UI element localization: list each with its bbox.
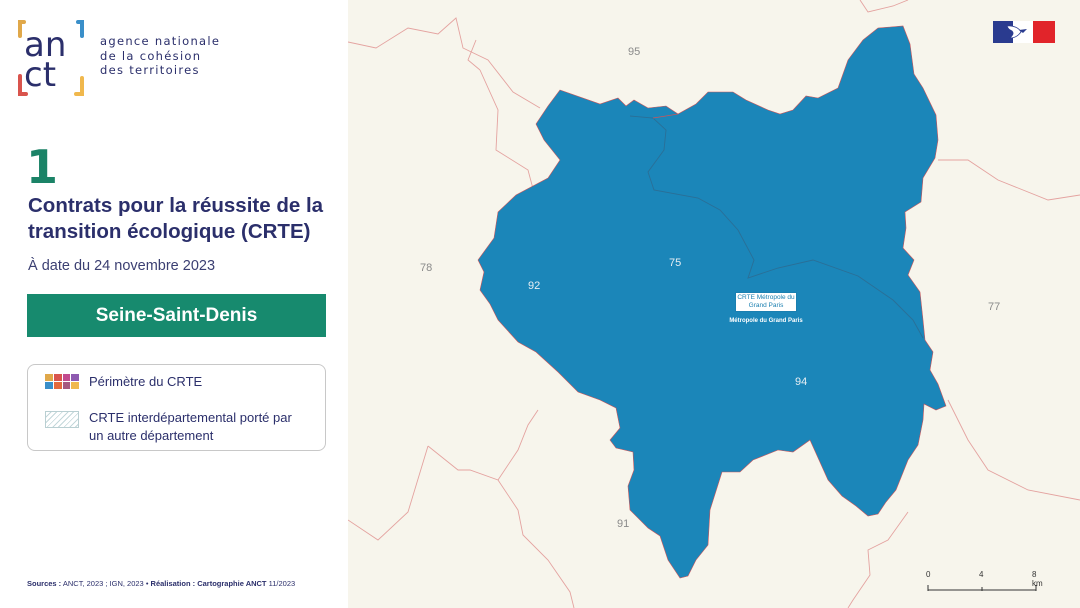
hatched-swatch-icon (45, 411, 79, 428)
swatch-cell (45, 382, 53, 389)
realisation-prefix: Réalisation : (150, 579, 196, 588)
scale-bar: 0 4 8 km (926, 570, 1046, 598)
border-91-77 (847, 511, 909, 608)
swatch-cell (53, 374, 62, 381)
page-date: À date du 24 novembre 2023 (28, 258, 216, 274)
page-title: Contrats pour la réussite de la transiti… (28, 194, 324, 243)
dept-label-91: 91 (617, 518, 630, 530)
sources-credit: Sources : ANCT, 2023 ; IGN, 2023 • Réali… (27, 579, 295, 588)
realisation-text: Cartographie ANCT (195, 579, 267, 588)
swatch-cell (62, 374, 71, 381)
border-78-91-south (348, 445, 429, 541)
dept-label-95: 95 (628, 46, 641, 58)
crte-sublabel: Métropole du Grand Paris (729, 318, 803, 324)
dept-label-75: 75 (669, 257, 682, 269)
border-95-77-north (859, 0, 909, 13)
swatch-cell (62, 382, 71, 389)
border-78-91 (427, 445, 575, 608)
sources-text: ANCT, 2023 ; IGN, 2023 • (61, 579, 151, 588)
sources-prefix: Sources : (27, 579, 62, 588)
legend-label-perimeter: Périmètre du CRTE (89, 374, 203, 389)
border-91-west (497, 409, 539, 481)
scale-tick-4: 4 (979, 570, 984, 579)
legend-item-interdepartmental: CRTE interdépartemental porté par un aut… (45, 409, 304, 445)
map-number: 1 (26, 140, 59, 194)
dept-label-94: 94 (795, 376, 808, 388)
map-canvas[interactable] (348, 0, 1080, 608)
border-95-78 (348, 17, 541, 109)
colored-grid-swatch-icon (45, 374, 79, 389)
tagline-line-3: des territoires (100, 63, 200, 77)
dept-label-78: 78 (420, 262, 433, 274)
border-77-east (947, 399, 1080, 501)
crte-label-box[interactable]: CRTE Métropole du Grand Paris (735, 292, 797, 312)
department-button[interactable]: Seine-Saint-Denis (27, 294, 326, 337)
dept-label-77: 77 (988, 301, 1001, 313)
border-78-92 (479, 69, 537, 201)
anct-logo: an ct (18, 18, 86, 98)
sources-date: 11/2023 (266, 579, 296, 588)
anct-logo-text-bottom: ct (24, 55, 56, 95)
agency-tagline: agence nationale de la cohésion des terr… (100, 34, 220, 78)
swatch-cell (53, 382, 62, 389)
swatch-cell (71, 382, 79, 389)
map-panel[interactable]: 95 78 92 75 94 77 91 CRTE Métropole du G… (348, 0, 1080, 608)
swatch-cell (71, 374, 79, 381)
border-77-north (938, 159, 1080, 201)
dept-label-92: 92 (528, 280, 541, 292)
left-panel: an ct agence nationale de la cohésion de… (0, 0, 348, 608)
flag-svg (993, 21, 1055, 43)
legend-label-interdepartmental: CRTE interdépartemental porté par un aut… (89, 410, 292, 443)
tagline-line-1: agence nationale (100, 34, 221, 48)
scale-line (927, 585, 1037, 591)
tagline-line-2: de la cohésion (100, 48, 202, 63)
metropole-grand-paris-region[interactable] (477, 25, 947, 579)
swatch-cell (45, 374, 53, 381)
legend-item-crte-perimeter: Périmètre du CRTE (45, 373, 304, 391)
marianne-flag-icon (993, 21, 1055, 43)
scale-tick-0: 0 (926, 570, 931, 579)
anct-logo-mark: an ct (18, 20, 84, 96)
legend-box: Périmètre du CRTE CRTE interdépartementa… (27, 364, 326, 451)
